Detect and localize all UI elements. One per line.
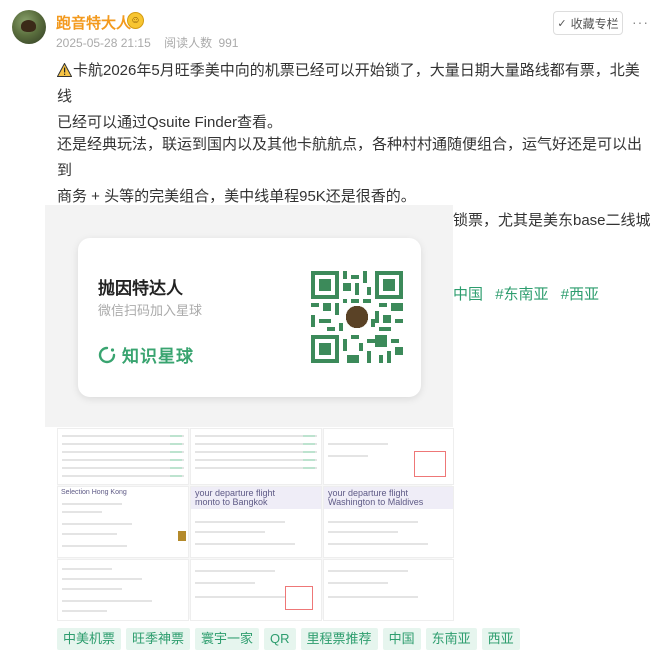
p1-line2: 已经可以通过Qsuite Finder查看。 — [57, 114, 283, 131]
p2-line2: 商务 + 头等的完美组合，美中线单程95K还是很香的。 — [57, 188, 416, 205]
bangkok-label: your departure flight monto to Bangkok — [191, 487, 321, 509]
hashtags-inline: 中国 #东南亚 #西亚 — [453, 282, 599, 308]
p1-line1: 卡航2026年5月旺季美中向的机票已经可以开始锁了，大量日期大量路线都有票，北美… — [57, 62, 640, 105]
selection-label: Selection Hong Kong — [61, 489, 127, 496]
screenshot-thumb[interactable] — [190, 559, 322, 621]
maldives-label: your departure flight Washington to Mald… — [324, 487, 453, 509]
tag-chip[interactable]: 中国 — [382, 628, 421, 650]
hashtag-southeast-asia[interactable]: #东南亚 — [495, 286, 548, 303]
screenshot-thumb[interactable]: Selection Hong Kong — [57, 486, 189, 558]
screenshot-thumb[interactable] — [57, 559, 189, 621]
tag-chip[interactable]: 寰宇一家 — [195, 628, 260, 650]
card-subtitle: 微信扫码加入星球 — [98, 303, 203, 318]
screenshot-grid[interactable]: Selection Hong Kong your departure fligh… — [57, 428, 454, 621]
author-name[interactable]: 跑音特大人 — [56, 12, 131, 33]
collect-label: 收藏专栏 — [570, 16, 619, 31]
p2-line1: 还是经典玩法，联运到国内以及其他卡航航点，各种村村通随便组合，运气好还是可以出到 — [57, 136, 643, 179]
tag-chip[interactable]: QR — [264, 628, 296, 650]
screenshot-thumb[interactable]: your departure flight Washington to Mald… — [323, 486, 454, 558]
hashtag-west-asia[interactable]: #西亚 — [561, 286, 599, 303]
post-datetime: 2025-05-28 21:15 — [56, 36, 151, 50]
tag-chip[interactable]: 东南亚 — [425, 628, 477, 650]
post-paragraph-2: 还是经典玩法，联运到国内以及其他卡航航点，各种村村通随便组合，运气好还是可以出到… — [57, 132, 642, 210]
zsxq-logo-icon — [98, 346, 116, 363]
brand-label: 知识星球 — [122, 347, 194, 366]
screenshot-thumb[interactable] — [323, 428, 454, 485]
screenshot-thumb[interactable] — [190, 428, 322, 485]
avatar[interactable] — [12, 10, 46, 44]
screenshot-thumb[interactable] — [57, 428, 189, 485]
card-title: 抛因特达人 — [98, 279, 183, 298]
tag-chip[interactable]: 中美机票 — [57, 628, 122, 650]
smile-emoji-icon: ☺ — [127, 12, 144, 29]
tag-chip[interactable]: 西亚 — [481, 628, 520, 650]
post-paragraph-1: 卡航2026年5月旺季美中向的机票已经可以开始锁了，大量日期大量路线都有票，北美… — [57, 58, 642, 136]
watermark — [518, 40, 527, 55]
p3-visible-tail: 锁票，尤其是美东base二线城 — [453, 212, 651, 229]
post-meta: 2025-05-28 21:15 阅读人数 991 — [56, 34, 238, 51]
join-planet-card[interactable]: 抛因特达人 微信扫码加入星球 知识星球 — [78, 238, 421, 397]
tag-list: 中美机票 旺季神票 寰宇一家 QR 里程票推荐 中国 东南亚 西亚 — [57, 628, 520, 650]
read-count: 991 — [218, 36, 239, 50]
zsxq-brand: 知识星球 — [98, 342, 194, 367]
read-label: 阅读人数 — [164, 36, 213, 50]
tag-chip[interactable]: 里程票推荐 — [300, 628, 378, 650]
screenshot-thumb[interactable] — [323, 559, 454, 621]
more-options-icon[interactable]: ··· — [632, 14, 649, 30]
screenshot-thumb[interactable]: your departure flight monto to Bangkok — [190, 486, 322, 558]
tag-chip[interactable]: 旺季神票 — [126, 628, 191, 650]
qr-code — [311, 271, 403, 363]
collect-icon: ✓ — [557, 17, 567, 30]
collect-column-button[interactable]: ✓ 收藏专栏 — [553, 11, 623, 35]
hashtag-china[interactable]: 中国 — [453, 286, 483, 303]
warning-icon — [57, 63, 72, 77]
